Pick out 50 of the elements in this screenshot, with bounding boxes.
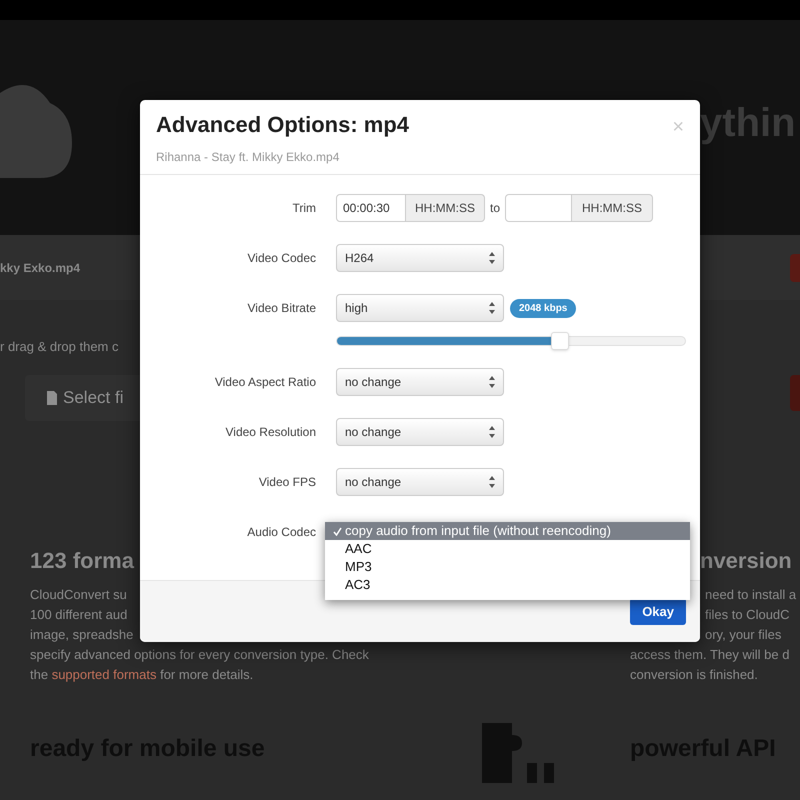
slider-handle[interactable] <box>550 332 569 350</box>
feature-text: conversion is finished. <box>630 666 758 684</box>
to-label: to <box>490 200 500 217</box>
select-field[interactable]: high <box>336 294 504 322</box>
field-label: Video Aspect Ratio <box>214 374 316 391</box>
select-field[interactable]: no change <box>336 468 504 496</box>
field-label: Video Codec <box>246 250 316 267</box>
drop-hint: r drag & drop them c <box>0 338 118 356</box>
feature-text: image, spreadshe <box>30 626 134 644</box>
select-field[interactable]: no change <box>336 368 504 396</box>
time-format-label: HH:MM:SS <box>572 194 654 222</box>
time-field[interactable]: 00:00:30 <box>336 194 406 222</box>
dropdown-option[interactable]: MP3 <box>325 558 690 576</box>
field-label: Video Bitrate <box>246 300 316 317</box>
feature-text: 100 different aud <box>30 606 128 624</box>
dialog-title: Advanced Options: mp4 <box>156 111 410 139</box>
file-icon <box>45 390 59 406</box>
feature-text: access them. They will be d <box>630 646 790 664</box>
feature-title: 123 forma <box>30 546 134 574</box>
updown-arrows-icon <box>489 302 495 314</box>
field-label: Video Resolution <box>224 424 316 441</box>
field-label: Audio Codec <box>246 524 316 541</box>
field-label: Trim <box>291 200 316 217</box>
time-field[interactable] <box>505 194 572 222</box>
dropdown-option[interactable]: AAC <box>325 540 690 558</box>
select-files-button[interactable]: Select fi <box>25 374 140 420</box>
select-field[interactable]: H264 <box>336 244 504 272</box>
updown-arrows-icon <box>489 426 495 438</box>
puzzle-icon <box>482 722 557 782</box>
updown-arrows-icon <box>489 252 495 264</box>
dialog-subtitle: Rihanna - Stay ft. Mikky Ekko.mp4 <box>156 149 340 166</box>
updown-arrows-icon <box>489 376 495 388</box>
supported-formats-link[interactable]: supported formats <box>52 666 156 682</box>
feature-text: CloudConvert su <box>30 586 127 604</box>
feature-title: nversion <box>700 546 792 574</box>
feature-text: specify advanced options for every conversion type. Check <box>30 646 369 664</box>
dropdown-option[interactable]: copy audio from input file (without reencoding) <box>325 522 690 540</box>
okay-button[interactable]: Okay <box>630 598 686 625</box>
file-name: kky Exko.mp4 <box>0 260 80 276</box>
dropdown-option[interactable]: AC3 <box>325 576 690 594</box>
field-label: Video FPS <box>258 474 316 491</box>
feature-text: need to install a <box>705 586 796 604</box>
feature-text: ory, your files <box>705 626 782 644</box>
time-format-label: HH:MM:SS <box>406 194 485 222</box>
updown-arrows-icon <box>489 476 495 488</box>
feature-text: the supported formats for more details. <box>30 666 254 684</box>
bitrate-badge: 2048 kbps <box>510 298 576 318</box>
select-field[interactable]: no change <box>336 418 504 446</box>
checkmark-icon <box>332 526 342 536</box>
feature-text: files to CloudC <box>705 606 790 624</box>
